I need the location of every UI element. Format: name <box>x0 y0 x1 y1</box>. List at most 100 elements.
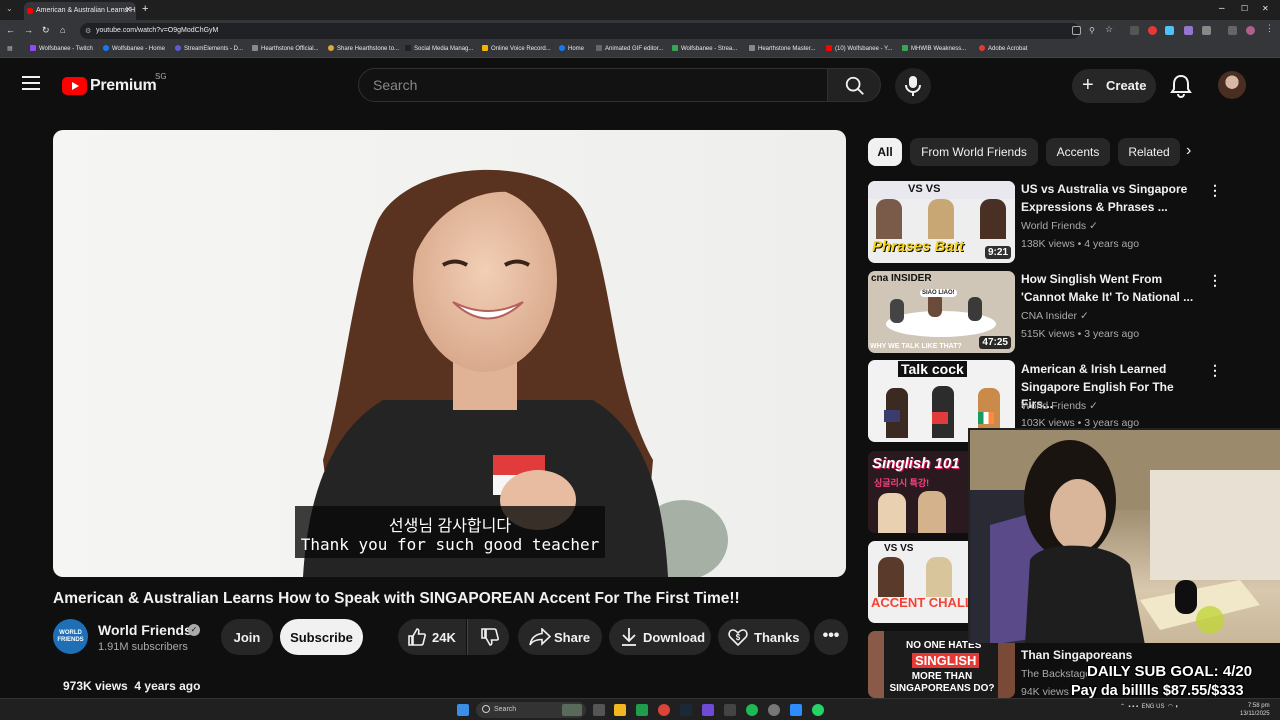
spotify-icon[interactable] <box>746 704 758 716</box>
chip-all[interactable]: All <box>868 138 902 166</box>
maximize-icon[interactable]: ☐ <box>1241 4 1248 13</box>
related-channel[interactable]: CNA Insider ✓ <box>1021 310 1089 322</box>
thumbnail-caption: Talk cock <box>898 361 967 377</box>
chip-accents[interactable]: Accents <box>1046 138 1110 166</box>
system-clock[interactable]: 7:58 pm 13/11/2025 <box>1240 702 1270 718</box>
language-indicator[interactable]: ENG US <box>1141 704 1164 710</box>
bookmark-item[interactable]: Wolfsbanee - Home <box>103 45 165 52</box>
related-channel[interactable]: The Backstage <box>1021 668 1091 680</box>
tab-search-icon[interactable]: ⌄ <box>6 4 13 13</box>
join-button[interactable]: Join <box>221 619 273 655</box>
chevron-right-icon[interactable]: › <box>1186 142 1191 160</box>
like-button[interactable]: 24K <box>398 619 466 655</box>
zoom-icon[interactable]: ⚲ <box>1089 26 1098 35</box>
related-more-icon[interactable]: ⋮ <box>1208 182 1222 199</box>
chip-from-channel[interactable]: From World Friends <box>910 138 1038 166</box>
subscribe-button[interactable]: Subscribe <box>280 619 363 655</box>
related-title[interactable]: How Singlish Went From 'Cannot Make It' … <box>1021 271 1201 306</box>
bookmark-item[interactable]: Share Hearthstone to... <box>328 45 399 52</box>
reload-icon[interactable]: ↻ <box>42 25 50 36</box>
bookmark-item[interactable]: Home <box>559 45 584 52</box>
create-button[interactable]: + Create <box>1072 69 1156 103</box>
hamburger-menu-icon[interactable] <box>22 76 40 90</box>
bookmarks-bar: ▦ Wolfsbanee - Twitch Wolfsbanee - Home … <box>0 42 1280 58</box>
voice-search-button[interactable] <box>895 68 931 104</box>
site-info-icon[interactable]: ⚙ <box>85 27 91 35</box>
extension-icon[interactable] <box>1130 26 1139 35</box>
share-button[interactable]: Share <box>518 619 602 655</box>
bookmark-item[interactable]: Animated GIF editor... <box>596 45 663 52</box>
related-thumbnail[interactable]: VS VS Phrases Batt 9:21 <box>868 181 1015 263</box>
bookmark-item[interactable]: MHWIB Weakness... <box>902 45 966 52</box>
account-avatar[interactable] <box>1218 71 1246 99</box>
tab-close-icon[interactable]: ✕ <box>125 5 132 14</box>
url-field[interactable]: youtube.com/watch?v=O9gModChGyM <box>80 23 1080 39</box>
bookmark-item[interactable]: Social Media Manag... <box>405 45 473 52</box>
chip-related[interactable]: Related <box>1118 138 1180 166</box>
bookmark-item[interactable]: Wolfsbanee - Twitch <box>30 45 93 52</box>
back-icon[interactable]: ← <box>6 25 15 35</box>
profile-icon[interactable] <box>1246 26 1255 35</box>
extension-red-icon[interactable] <box>1148 26 1157 35</box>
download-button[interactable]: Download <box>609 619 711 655</box>
system-tray[interactable]: ⌃ ▪ ▪ ▪ ENG US ◠ ◖ <box>1120 703 1178 710</box>
related-title[interactable]: US vs Australia vs Singapore Expressions… <box>1021 181 1201 216</box>
logo-text: Premium <box>90 77 157 94</box>
minimize-icon[interactable]: – <box>1219 3 1225 14</box>
bookmark-item[interactable]: Hearthstone Master... <box>749 45 815 52</box>
spreadsheet-app-icon[interactable] <box>636 704 648 716</box>
home-icon[interactable]: ⌂ <box>60 25 65 35</box>
verified-badge-icon: ✓ <box>188 624 200 636</box>
chrome-icon[interactable] <box>658 704 670 716</box>
dislike-button[interactable] <box>467 619 509 655</box>
steam-icon[interactable] <box>680 704 692 716</box>
bookmark-star-icon[interactable]: ☆ <box>1105 24 1114 34</box>
bookmark-item[interactable]: StreamElements - D... <box>175 45 243 52</box>
join-label: Join <box>233 630 261 645</box>
wifi-icon[interactable]: ◠ <box>1168 704 1173 710</box>
file-explorer-icon[interactable] <box>614 704 626 716</box>
apps-icon[interactable]: ▦ <box>7 45 13 52</box>
related-channel[interactable]: World Friends ✓ <box>1021 400 1098 412</box>
app-icon[interactable] <box>724 704 736 716</box>
related-channel[interactable]: World Friends ✓ <box>1021 220 1098 232</box>
more-actions-icon[interactable]: ••• <box>814 619 848 655</box>
related-thumbnail[interactable]: cna INSIDER SIAO LIAO! WHY WE TALK LIKE … <box>868 271 1015 353</box>
windows-start-icon[interactable] <box>457 704 469 716</box>
bookmark-item[interactable]: Wolfsbanee - Strea... <box>672 45 737 52</box>
bookmark-item[interactable]: Hearthstone Official... <box>252 45 319 52</box>
whatsapp-icon[interactable] <box>812 704 824 716</box>
sidepanel-icon[interactable] <box>1228 26 1237 35</box>
related-more-icon[interactable]: ⋮ <box>1208 362 1222 379</box>
forward-icon[interactable]: → <box>24 25 33 35</box>
volume-icon[interactable]: ◖ <box>1175 704 1179 710</box>
bookmark-item[interactable]: (10) Wolfsbanee - Y... <box>826 45 892 52</box>
thanks-button[interactable]: $ Thanks <box>718 619 810 655</box>
new-tab-icon[interactable]: + <box>142 3 148 15</box>
taskbar-search-label: Search <box>494 706 517 713</box>
related-more-icon[interactable]: ⋮ <box>1208 272 1222 289</box>
browser-menu-icon[interactable]: ⋮ <box>1265 23 1274 33</box>
extension-blue-icon[interactable] <box>1165 26 1174 35</box>
task-view-icon[interactable] <box>593 704 605 716</box>
app-icon[interactable] <box>702 704 714 716</box>
thumbnail-top-text: VS VS <box>908 183 941 195</box>
window-close-icon[interactable]: ✕ <box>1262 4 1269 13</box>
widgets-icon[interactable] <box>562 704 582 716</box>
bookmark-item[interactable]: Adobe Acrobat <box>979 45 1027 52</box>
search-input[interactable]: Search <box>358 68 828 102</box>
search-button[interactable] <box>827 68 881 102</box>
notifications-bell-icon[interactable] <box>1170 74 1192 98</box>
channel-avatar[interactable]: WORLD FRIENDS <box>53 619 88 654</box>
bookmark-item[interactable]: Online Voice Record... <box>482 45 551 52</box>
tray-chevron-icon[interactable]: ⌃ <box>1120 704 1125 710</box>
related-title[interactable]: Than Singaporeans <box>1021 647 1201 665</box>
extensions-puzzle-icon[interactable] <box>1202 26 1211 35</box>
obs-icon[interactable] <box>768 704 780 716</box>
browser-tab-active[interactable]: American & Australian Learns H <box>24 2 136 20</box>
install-app-icon[interactable] <box>1072 26 1081 35</box>
tray-apps-icon[interactable]: ▪ ▪ ▪ <box>1128 704 1138 710</box>
extension-purple-icon[interactable] <box>1184 26 1193 35</box>
channel-name[interactable]: World Friends <box>98 622 192 638</box>
zoom-app-icon[interactable] <box>790 704 802 716</box>
